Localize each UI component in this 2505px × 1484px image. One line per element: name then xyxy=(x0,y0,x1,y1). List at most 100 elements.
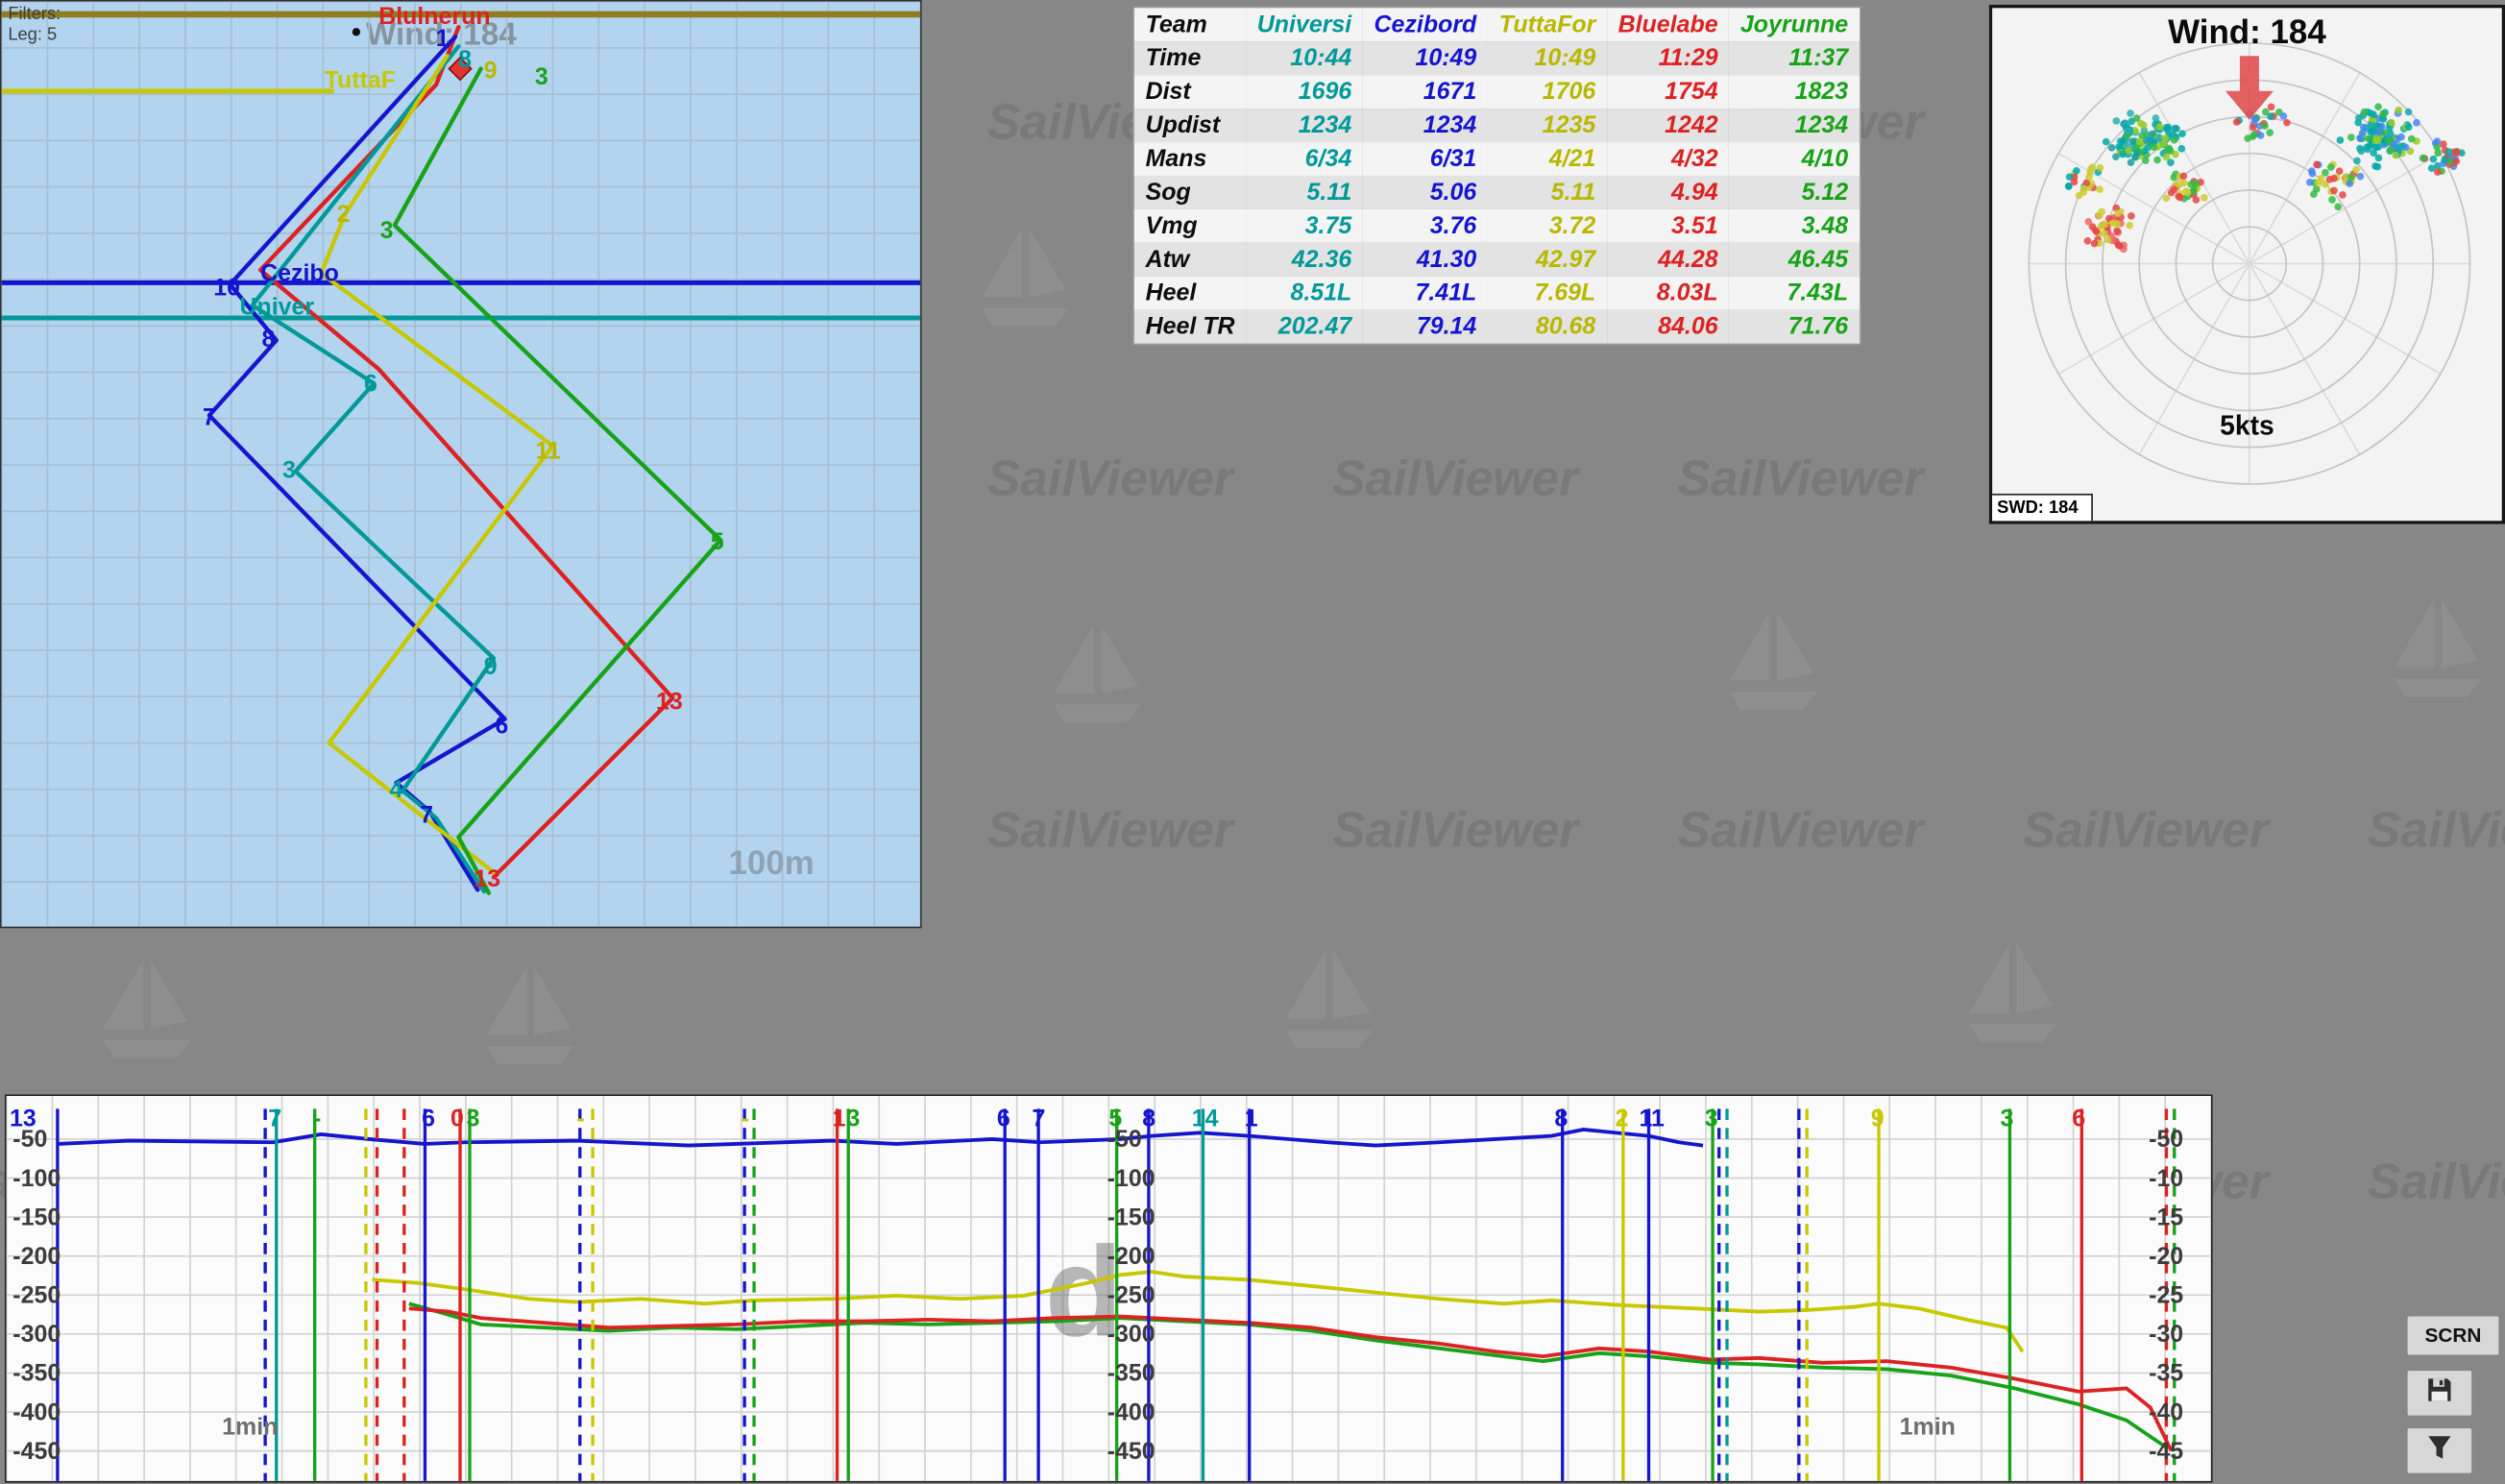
watermark-text: SailViewer xyxy=(1677,802,1923,860)
boat-name-label: Cezibo xyxy=(260,260,339,287)
start-dot xyxy=(353,28,360,36)
event-number: 9 xyxy=(1871,1106,1885,1132)
watermark-text: SailViewer xyxy=(1332,450,1578,508)
table-cell: 5.12 xyxy=(1729,176,1860,209)
timeline-chart-panel[interactable]: d137-603--13675814182113936-50-100-150-2… xyxy=(5,1094,2213,1482)
table-row-label: Time xyxy=(1134,41,1246,75)
timeline-canvas[interactable]: d137-603--13675814182113936-50-100-150-2… xyxy=(7,1096,2211,1481)
leg-label: Leg: 5 xyxy=(8,26,61,47)
table-cell: 3.72 xyxy=(1488,209,1607,243)
watermark-sailboat-icon xyxy=(2387,595,2489,724)
table-cell: 3.48 xyxy=(1729,209,1860,243)
race-map-panel[interactable]: Wind: 184 18932310876311596134713Blulner… xyxy=(0,0,922,928)
table-cell: 44.28 xyxy=(1607,243,1729,277)
maneuver-number: 13 xyxy=(656,689,683,716)
y-axis-label: -400 xyxy=(1107,1399,1155,1425)
table-cell: 42.36 xyxy=(1246,243,1363,277)
save-button[interactable] xyxy=(2406,1369,2473,1417)
event-number: 7 xyxy=(268,1106,281,1132)
maneuver-number: 9 xyxy=(484,58,498,85)
floppy-disk-icon xyxy=(2423,1374,2455,1414)
polar-speed-label: 5kts xyxy=(1992,410,2502,442)
watermark-text: SailViewer xyxy=(2023,802,2269,860)
table-row-label: Mans xyxy=(1134,142,1246,176)
y-axis-label: -250 xyxy=(12,1282,61,1309)
table-cell: 202.47 xyxy=(1246,310,1363,344)
table-cell: 6/31 xyxy=(1363,142,1488,176)
y-axis-label: -450 xyxy=(1107,1438,1155,1465)
maneuver-number: 7 xyxy=(420,802,433,829)
table-row-label: Updist xyxy=(1134,109,1246,142)
watermark-sailboat-icon xyxy=(1962,939,2064,1069)
watermark-sailboat-icon xyxy=(1278,946,1380,1076)
event-number: - xyxy=(576,1106,584,1132)
map-scale-label: 100m xyxy=(728,845,814,884)
table-row-label: Heel TR xyxy=(1134,310,1246,344)
table-cell: 1671 xyxy=(1363,75,1488,109)
table-cell: 41.30 xyxy=(1363,243,1488,277)
table-cell: 4/21 xyxy=(1488,142,1607,176)
table-cell: 10:44 xyxy=(1246,41,1363,75)
table-row-label: Vmg xyxy=(1134,209,1246,243)
y-axis-label: -35 xyxy=(2149,1360,2183,1387)
y-axis-label: -15 xyxy=(2149,1204,2183,1230)
table-header-tuttafor: TuttaFor xyxy=(1488,8,1607,41)
table-cell: 1706 xyxy=(1488,75,1607,109)
table-cell: 11:29 xyxy=(1607,41,1729,75)
table-cell: 79.14 xyxy=(1363,310,1488,344)
maneuver-number: 3 xyxy=(380,217,394,244)
table-cell: 84.06 xyxy=(1607,310,1729,344)
swd-readout: SWD: 184 xyxy=(1992,494,2092,521)
boat-track-bluelabe xyxy=(260,27,672,877)
sailviewer-app: SailViewer SailViewer SailViewer SailViewer… xyxy=(0,0,2505,1484)
event-number: 6 xyxy=(997,1106,1010,1132)
table-cell: 1235 xyxy=(1488,109,1607,142)
table-cell: 8.51L xyxy=(1246,277,1363,310)
table-header-joyrunne: Joyrunne xyxy=(1729,8,1860,41)
y-axis-label: -400 xyxy=(12,1399,61,1425)
team-stats-table: TeamUniversiCezibordTuttaForBluelabeJoyr… xyxy=(1134,8,1860,343)
watermark-text: SailViewer xyxy=(2368,802,2505,860)
map-canvas[interactable]: 18932310876311596134713BlulnerunTuttaFCe… xyxy=(2,2,920,927)
series-cezibord xyxy=(58,1130,1703,1146)
event-number: 0 xyxy=(450,1106,464,1132)
y-axis-label: -100 xyxy=(1107,1165,1155,1192)
watermark-sailboat-icon xyxy=(975,224,1077,353)
watermark-text: SailViewer xyxy=(987,802,1233,860)
table-cell: 10:49 xyxy=(1363,41,1488,75)
screenshot-button[interactable]: SCRN xyxy=(2406,1315,2500,1356)
table-cell: 3.51 xyxy=(1607,209,1729,243)
maneuver-number: 3 xyxy=(535,63,548,90)
y-axis-label: -450 xyxy=(12,1438,61,1465)
event-number: 3 xyxy=(1705,1106,1718,1132)
watermark-text: SailViewer xyxy=(1332,802,1578,860)
event-number: 11 xyxy=(1640,1106,1665,1132)
table-row: Atw42.3641.3042.9744.2846.45 xyxy=(1134,243,1860,277)
table-cell: 7.69L xyxy=(1488,277,1607,310)
table-cell: 71.76 xyxy=(1729,310,1860,344)
event-number: 1 xyxy=(833,1106,846,1132)
y-axis-label: -200 xyxy=(12,1243,61,1270)
table-cell: 5.11 xyxy=(1488,176,1607,209)
y-axis-label: -45 xyxy=(2149,1438,2183,1465)
filters-label: Filters: xyxy=(8,5,61,26)
event-number: 7 xyxy=(1032,1106,1045,1132)
maneuver-number: 13 xyxy=(474,865,500,892)
event-number: 6 xyxy=(422,1106,435,1132)
table-cell: 1754 xyxy=(1607,75,1729,109)
table-cell: 1823 xyxy=(1729,75,1860,109)
event-number: 2 xyxy=(1616,1106,1629,1132)
table-row: Time10:4410:4910:4911:2911:37 xyxy=(1134,41,1860,75)
funnel-icon xyxy=(2423,1430,2455,1471)
table-cell: 3.75 xyxy=(1246,209,1363,243)
table-header-team: Team xyxy=(1134,8,1246,41)
watermark-text: SailViewer xyxy=(2368,1154,2505,1211)
series-tuttafor xyxy=(373,1272,2023,1351)
event-number: 8 xyxy=(1142,1106,1155,1132)
event-number: 8 xyxy=(1554,1106,1568,1132)
y-axis-label: -300 xyxy=(1107,1321,1155,1348)
y-axis-label: -200 xyxy=(1107,1243,1155,1270)
table-cell: 1234 xyxy=(1246,109,1363,142)
maneuver-number: 6 xyxy=(364,371,377,398)
filter-button[interactable] xyxy=(2406,1426,2473,1474)
